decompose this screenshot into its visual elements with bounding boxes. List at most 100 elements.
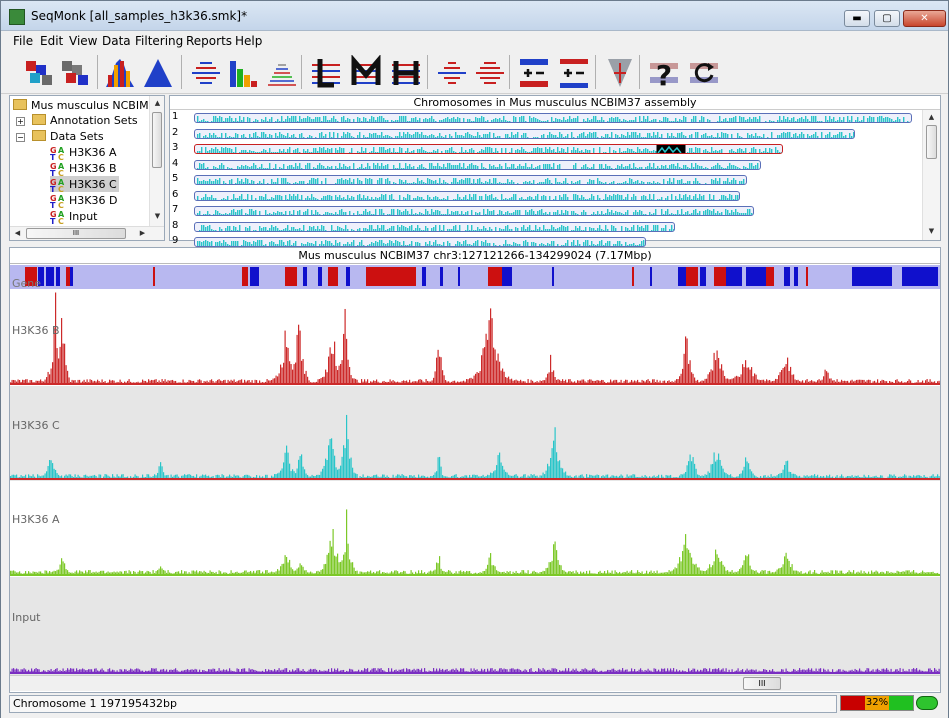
track-signal [10,509,940,576]
tree-dataset-3[interactable]: G A T C H3K36 C [50,176,119,194]
menu-edit[interactable]: Edit [40,34,63,48]
data-colours-button[interactable] [21,54,57,90]
status-text: Chromosome 1 197195432bp [9,695,837,713]
seqmonk-app-icon [9,9,25,25]
plus-minus-alt-button[interactable] [555,54,591,90]
data-colours-alt-icon [62,61,88,85]
tree-vertical-scrollbar[interactable]: ▲ ▼ [149,96,164,226]
rotate-arrow-button[interactable] [685,54,721,90]
help-question-button[interactable]: ? [645,54,681,91]
h-mark-button[interactable] [387,54,423,90]
tree-dataset-4[interactable]: G A T C H3K36 D [50,192,119,210]
track-label: H3K36 A [12,513,60,526]
scroll-thumb[interactable]: III [743,677,781,690]
tree-dataset-5[interactable]: G A T C Input [50,208,99,226]
data-track-3[interactable]: H3K36 A [10,481,940,577]
garbage-collect-icon[interactable] [916,696,938,710]
tree-dataset-label: H3K36 C [69,178,117,191]
diamond-lines-button[interactable] [187,54,223,90]
bar-colours-icon [230,61,257,87]
chromosome-bar-3[interactable] [194,144,783,154]
folder-icon [13,99,27,110]
minimize-button[interactable]: ▬ [844,10,870,27]
l-mark-button[interactable] [307,54,343,90]
plus-minus-button[interactable] [515,54,551,90]
menu-bar: File Edit View Data Filtering Reports He… [1,32,948,50]
expand-red-button[interactable] [433,54,469,90]
chromosome-label: 6 [172,188,179,200]
chromosome-bar-8[interactable] [194,221,676,232]
data-colours-alt-button[interactable] [57,54,93,90]
scroll-thumb[interactable]: III [26,228,126,239]
chromosome-bar-7[interactable] [194,206,755,216]
bar-colours-button[interactable] [225,54,261,90]
gene-track[interactable]: Gene [10,265,940,290]
genome-view: Chromosomes in Mus musculus NCBIM37 asse… [169,95,941,263]
track-label: Input [12,611,41,624]
histogram-red-button[interactable] [101,54,137,90]
menu-file[interactable]: File [13,34,33,48]
chromosome-label: 7 [172,204,179,215]
bar-stripes-icon [268,64,296,86]
scroll-right-icon[interactable]: ▶ [136,227,149,240]
plus-minus-alt-icon [560,59,588,88]
scroll-up-icon[interactable]: ▲ [925,111,938,124]
scroll-up-icon[interactable]: ▲ [151,97,164,110]
folder-icon [32,130,46,141]
bar-stripes-button[interactable] [263,54,299,90]
expand-annotation-icon[interactable]: + [16,117,25,126]
chromosome-density [197,131,854,138]
scroll-thumb[interactable] [152,112,162,168]
scroll-left-icon[interactable]: ◀ [11,227,24,240]
collapse-datasets-icon[interactable]: − [16,133,25,142]
memory-percent: 32% [865,696,889,710]
tree-data-sets[interactable]: Data Sets [32,129,104,145]
menu-filtering[interactable]: Filtering [135,34,183,48]
chromosome-horizontal-scrollbar[interactable]: III [10,675,940,691]
track-signal [10,414,940,480]
data-track-4[interactable]: Input [10,577,940,675]
memory-used-bar [841,696,865,710]
chromosome-density [197,162,759,169]
memory-monitor[interactable]: 32% [840,695,914,711]
tree-root-label: Mus musculus NCBIM37 [31,99,163,112]
tree-dataset-label: H3K36 D [69,194,118,207]
tree-root[interactable]: Mus musculus NCBIM37 [13,98,163,114]
tree-horizontal-scrollbar[interactable]: ◀ III ▶ [10,226,164,240]
triangle-blue-button[interactable] [139,54,175,90]
toolbar-separator [97,55,98,89]
scroll-down-icon[interactable]: ▼ [925,225,938,238]
pointer-red-button[interactable] [601,54,637,90]
tree-annotation-sets[interactable]: Annotation Sets [32,113,138,129]
rotate-arrow-icon [690,63,718,83]
chromosome-bar-6[interactable] [194,190,740,201]
chromosome-bar-5[interactable] [194,175,747,185]
chromosome-bar-2[interactable] [194,128,855,139]
menu-data[interactable]: Data [102,34,131,48]
chromosome-density [197,193,739,200]
maximize-button[interactable]: ▢ [874,10,900,27]
contract-red-button[interactable] [471,54,507,90]
tree-datasets-label: Data Sets [50,130,104,143]
data-track-1[interactable]: H3K36 B [10,290,940,386]
chromosome-bar-4[interactable] [194,159,762,170]
chromosome-bar-9[interactable] [194,237,647,247]
tree-dataset-1[interactable]: G A T C H3K36 A [50,144,119,162]
data-track-2[interactable]: H3K36 C [10,386,940,481]
tree-dataset-2[interactable]: G A T C H3K36 B [50,160,119,178]
scroll-down-icon[interactable]: ▼ [151,210,164,223]
close-button[interactable]: ✕ [903,10,946,27]
chromosome-label: 1 [172,111,179,122]
contract-red-icon [476,62,504,84]
menu-help[interactable]: Help [235,34,262,48]
menu-reports[interactable]: Reports [186,34,232,48]
toolbar-separator [595,55,596,89]
histogram-red-icon [106,59,134,87]
scroll-thumb[interactable] [926,125,937,159]
chromosome-density [197,178,745,184]
genome-vertical-scrollbar[interactable]: ▲ ▼ [922,110,940,240]
m-mark-button[interactable] [347,54,383,90]
menu-view[interactable]: View [69,34,97,48]
chromosome-bar-1[interactable] [194,113,912,123]
tree-annotation-label: Annotation Sets [50,114,138,127]
